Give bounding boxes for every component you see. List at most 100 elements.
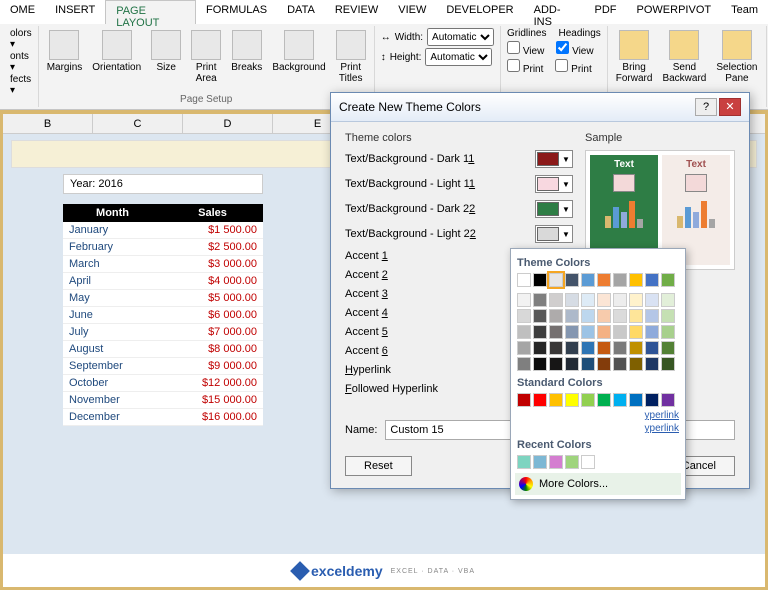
color-swatch-button-2[interactable]: ▼ xyxy=(535,200,573,218)
col-D[interactable]: D xyxy=(183,114,273,133)
color-cell[interactable] xyxy=(533,293,547,307)
color-cell[interactable] xyxy=(613,341,627,355)
color-cell[interactable] xyxy=(533,455,547,469)
tab-ome[interactable]: OME xyxy=(0,0,45,24)
tab-page-layout[interactable]: PAGE LAYOUT xyxy=(105,0,196,24)
gridlines-print-check[interactable] xyxy=(507,59,520,72)
color-cell[interactable] xyxy=(517,325,531,339)
table-row[interactable]: March$3 000.00 xyxy=(63,256,263,273)
tab-pdf[interactable]: PDF xyxy=(585,0,627,24)
color-cell[interactable] xyxy=(565,455,579,469)
more-colors-button[interactable]: More Colors... xyxy=(515,473,681,495)
color-cell[interactable] xyxy=(629,309,643,323)
color-cell[interactable] xyxy=(549,273,563,287)
tab-developer[interactable]: DEVELOPER xyxy=(436,0,523,24)
tab-insert[interactable]: INSERT xyxy=(45,0,105,24)
color-cell[interactable] xyxy=(565,341,579,355)
color-cell[interactable] xyxy=(629,293,643,307)
color-cell[interactable] xyxy=(597,293,611,307)
color-cell[interactable] xyxy=(533,393,547,407)
color-cell[interactable] xyxy=(629,393,643,407)
color-cell[interactable] xyxy=(565,309,579,323)
table-row[interactable]: February$2 500.00 xyxy=(63,239,263,256)
color-cell[interactable] xyxy=(629,357,643,371)
color-cell[interactable] xyxy=(581,309,595,323)
color-cell[interactable] xyxy=(597,309,611,323)
headings-view-check[interactable] xyxy=(556,41,569,54)
themes-fects[interactable]: fects ▾ xyxy=(10,74,32,96)
color-cell[interactable] xyxy=(581,293,595,307)
close-button[interactable]: ✕ xyxy=(719,98,741,116)
reset-button[interactable]: Reset xyxy=(345,456,412,476)
color-cell[interactable] xyxy=(581,341,595,355)
color-cell[interactable] xyxy=(613,273,627,287)
color-cell[interactable] xyxy=(517,455,531,469)
table-row[interactable]: June$6 000.00 xyxy=(63,307,263,324)
color-cell[interactable] xyxy=(581,325,595,339)
color-cell[interactable] xyxy=(517,293,531,307)
gridlines-view-check[interactable] xyxy=(507,41,520,54)
color-cell[interactable] xyxy=(629,273,643,287)
color-cell[interactable] xyxy=(565,293,579,307)
color-cell[interactable] xyxy=(517,273,531,287)
margins-button[interactable]: Margins xyxy=(45,28,85,75)
color-cell[interactable] xyxy=(645,393,659,407)
color-cell[interactable] xyxy=(661,293,675,307)
color-cell[interactable] xyxy=(661,393,675,407)
color-cell[interactable] xyxy=(549,325,563,339)
color-cell[interactable] xyxy=(645,357,659,371)
color-cell[interactable] xyxy=(549,393,563,407)
color-cell[interactable] xyxy=(517,309,531,323)
color-cell[interactable] xyxy=(645,273,659,287)
table-row[interactable]: September$9 000.00 xyxy=(63,358,263,375)
themes-olors[interactable]: olors ▾ xyxy=(10,28,32,50)
color-cell[interactable] xyxy=(549,293,563,307)
color-cell[interactable] xyxy=(629,325,643,339)
color-cell[interactable] xyxy=(517,341,531,355)
table-row[interactable]: November$15 000.00 xyxy=(63,392,263,409)
color-cell[interactable] xyxy=(581,273,595,287)
color-cell[interactable] xyxy=(597,325,611,339)
color-cell[interactable] xyxy=(581,393,595,407)
color-cell[interactable] xyxy=(597,341,611,355)
year-cell[interactable]: Year: 2016 xyxy=(63,174,263,194)
width-select[interactable]: Automatic xyxy=(427,28,494,46)
tab-team[interactable]: Team xyxy=(721,0,768,24)
bring-forward-button[interactable]: BringForward xyxy=(614,28,655,86)
help-button[interactable]: ? xyxy=(695,98,717,116)
color-cell[interactable] xyxy=(517,393,531,407)
color-cell[interactable] xyxy=(661,325,675,339)
color-cell[interactable] xyxy=(645,309,659,323)
tab-add-ins[interactable]: ADD-INS xyxy=(524,0,585,24)
color-cell[interactable] xyxy=(533,325,547,339)
headings-print-check[interactable] xyxy=(555,59,568,72)
color-cell[interactable] xyxy=(581,455,595,469)
color-cell[interactable] xyxy=(533,341,547,355)
color-cell[interactable] xyxy=(645,293,659,307)
size-button[interactable]: Size xyxy=(149,28,183,75)
height-select[interactable]: Automatic xyxy=(425,48,492,66)
tab-view[interactable]: VIEW xyxy=(388,0,436,24)
tab-review[interactable]: REVIEW xyxy=(325,0,388,24)
color-cell[interactable] xyxy=(517,357,531,371)
color-cell[interactable] xyxy=(661,357,675,371)
color-swatch-button-1[interactable]: ▼ xyxy=(535,175,573,193)
table-row[interactable]: January$1 500.00 xyxy=(63,222,263,239)
breaks-button[interactable]: Breaks xyxy=(229,28,264,75)
orientation-button[interactable]: Orientation xyxy=(90,28,143,75)
background-button[interactable]: Background xyxy=(270,28,327,75)
table-row[interactable]: April$4 000.00 xyxy=(63,273,263,290)
selection-pane-button[interactable]: SelectionPane xyxy=(714,28,759,86)
color-cell[interactable] xyxy=(613,309,627,323)
table-row[interactable]: December$16 000.00 xyxy=(63,409,263,426)
themes-onts[interactable]: onts ▾ xyxy=(10,51,32,73)
color-cell[interactable] xyxy=(661,341,675,355)
color-cell[interactable] xyxy=(565,273,579,287)
col-B[interactable]: B xyxy=(3,114,93,133)
table-row[interactable]: July$7 000.00 xyxy=(63,324,263,341)
color-cell[interactable] xyxy=(645,341,659,355)
color-cell[interactable] xyxy=(549,455,563,469)
color-cell[interactable] xyxy=(581,357,595,371)
table-row[interactable]: October$12 000.00 xyxy=(63,375,263,392)
color-cell[interactable] xyxy=(629,341,643,355)
